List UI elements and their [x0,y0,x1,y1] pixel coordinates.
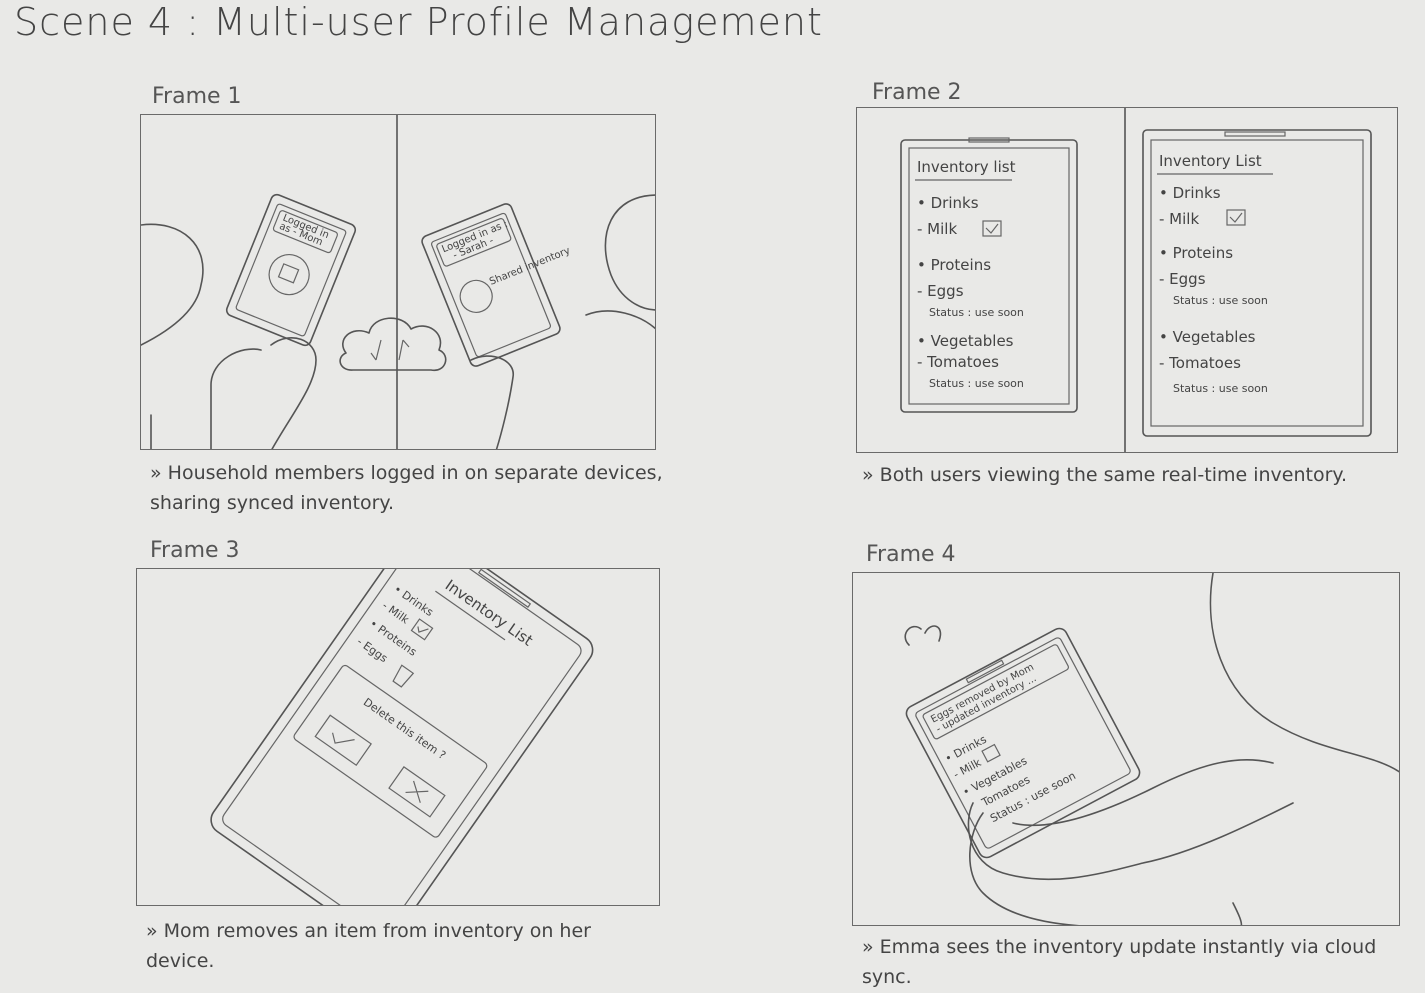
frame-1-panel: Logged in as - Mom Logged in as : - Sara… [140,114,656,450]
frame-1-label: Frame 1 [152,84,242,109]
trash-icon [392,664,415,688]
frame-3-caption: » Mom removes an item from inventory on … [146,920,591,972]
left-item-proteins: • Proteins [917,256,991,274]
right-tablet: Inventory List • Drinks - Milk • Protein… [1142,129,1372,437]
frame-3-panel: Inventory List • Drinks - Milk • Protein… [136,568,660,906]
frame3-list-title: Inventory List [442,576,536,650]
scene-title: Scene 4 : Multi-user Profile Management [14,0,823,44]
right-item-tomatoes: - Tomatoes [1159,354,1241,372]
frame-2-caption: » Both users viewing the same real-time … [862,464,1347,486]
left-list-title: Inventory list [917,158,1016,176]
right-item-eggs-status: Status : use soon [1173,294,1268,307]
left-item-vegetables: • Vegetables [917,332,1014,350]
notice-line1: Eggs removed by Mom [929,662,1036,726]
cloud-sync-icon [339,317,447,372]
right-item-milk: - Milk [1159,210,1199,228]
left-item-tomatoes-status: Status : use soon [929,377,1024,390]
frame-4-panel: Eggs removed by Mom - updated inventory … [852,572,1400,926]
left-item-eggs-status: Status : use soon [929,306,1024,319]
right-item-vegetables: • Vegetables [1159,328,1256,346]
left-person-head [141,223,204,346]
sarah-phone: Logged in as : - Sarah - Shared inventor… [421,203,572,367]
frame-4-label: Frame 4 [866,542,956,567]
left-tablet: Inventory list • Drinks - Milk • Protein… [900,137,1078,413]
frame-1-sketch: Logged in as - Mom Logged in as : - Sara… [141,115,655,449]
mom-phone: Logged in as - Mom [225,193,357,347]
right-item-tomatoes-status: Status : use soon [1173,382,1268,395]
confirm-button [314,714,372,767]
left-item-milk: - Milk [917,220,957,238]
frame-3-sketch: Inventory List • Drinks - Milk • Protein… [210,569,594,905]
frame-3-label: Frame 3 [150,538,240,563]
right-list-title: Inventory List [1159,152,1262,170]
right-item-eggs: - Eggs [1159,270,1206,288]
frame-2-label: Frame 2 [872,80,962,105]
left-item-eggs: - Eggs [917,282,964,300]
mom-phone-delete: Inventory List • Drinks - Milk • Protein… [210,569,594,905]
frame-4-caption: » Emma sees the inventory update instant… [862,936,1377,988]
right-item-proteins: • Proteins [1159,244,1233,262]
emma-head [1209,573,1399,773]
frame-1-caption: » Household members logged in on separat… [150,462,663,514]
left-item-tomatoes: - Tomatoes [917,353,999,371]
storyboard-sheet: Scene 4 : Multi-user Profile Management … [0,0,1425,993]
frame-2-panel: Inventory list • Drinks - Milk • Protein… [856,107,1398,453]
frame-4-sketch: Eggs removed by Mom - updated inventory … [904,573,1399,925]
frame-2-sketch: Inventory list • Drinks - Milk • Protein… [900,108,1372,452]
frame4-item-drinks: • Drinks [943,733,989,766]
right-item-drinks: • Drinks [1159,184,1221,202]
reaction-icon [904,625,942,646]
delete-dialog [293,664,488,838]
left-item-drinks: • Drinks [917,194,979,212]
